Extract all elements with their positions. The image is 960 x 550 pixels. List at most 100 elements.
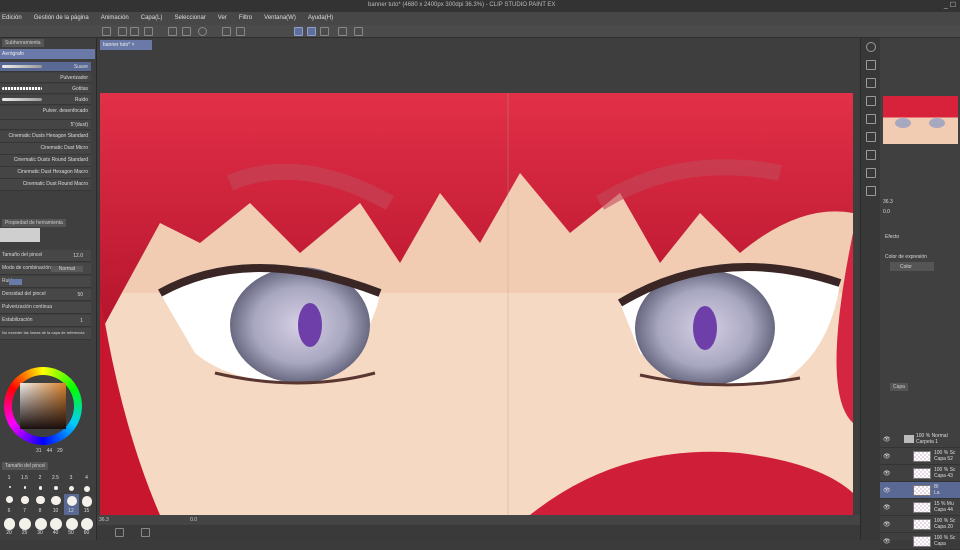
brush-size-option[interactable]: 3 — [64, 472, 79, 493]
clear-icon[interactable] — [198, 27, 207, 36]
brush-item[interactable]: 5"(dust) — [0, 120, 91, 130]
undo-icon[interactable] — [168, 27, 177, 36]
material-icon[interactable] — [866, 60, 876, 70]
brush-item[interactable]: Cinematic Dust Round Macro — [0, 179, 91, 191]
navigator-angle[interactable]: 0.0 — [883, 209, 890, 215]
eye-icon[interactable]: 👁 — [883, 521, 891, 528]
brush-size-option[interactable]: 2.5 — [49, 472, 64, 493]
material-icon[interactable] — [866, 96, 876, 106]
brush-item[interactable]: Cinematic Dusts Hexagon Standard — [0, 131, 91, 143]
layer-row[interactable]: 👁 100 % Sc Capa 20 — [880, 516, 960, 533]
window-controls[interactable]: _ ☐ — [944, 1, 956, 9]
menu-select[interactable]: Seleccionar — [172, 12, 211, 25]
eye-icon[interactable]: 👁 — [883, 436, 891, 443]
settings-icon[interactable] — [354, 27, 363, 36]
snap-ruler-icon[interactable] — [294, 27, 303, 36]
brush-size-option[interactable]: 60 — [80, 516, 95, 537]
fill-icon[interactable] — [222, 27, 231, 36]
angle-readout[interactable]: 0.0 — [190, 517, 197, 523]
menu-window[interactable]: Ventana(W) — [262, 12, 302, 25]
menu-edit[interactable]: Edición — [0, 12, 28, 25]
property-density[interactable]: Densidad del pincel 50 — [0, 289, 91, 301]
menu-animation[interactable]: Animación — [99, 12, 135, 25]
brush-item[interactable]: Gotitas — [0, 84, 91, 94]
brush-size-option[interactable]: 50 — [64, 516, 79, 537]
navigator-icon[interactable] — [866, 42, 876, 52]
material-icon[interactable] — [866, 150, 876, 160]
transform-icon[interactable] — [236, 27, 245, 36]
brush-size-option[interactable]: 2 — [33, 472, 48, 493]
navigator-zoom[interactable]: 36.3 — [883, 199, 893, 205]
folder-icon[interactable] — [866, 186, 876, 196]
clip-studio-icon[interactable] — [102, 27, 111, 36]
new-file-icon[interactable] — [118, 27, 127, 36]
brush-item[interactable]: Pulver. desenfocado — [0, 106, 91, 120]
brush-size-option[interactable]: 6 — [2, 494, 17, 515]
brush-size-option[interactable]: 1 — [2, 472, 17, 493]
brush-item[interactable]: Suave — [0, 62, 91, 72]
subtool-group[interactable]: Aerógrafo — [0, 49, 95, 59]
document-tab[interactable]: banner tuto* × — [100, 40, 152, 50]
menu-page[interactable]: Gestión de la página — [32, 12, 95, 25]
brush-item[interactable]: Cinematic Dusts Round Standard — [0, 155, 91, 167]
zoom-readout[interactable]: 36.3 — [99, 517, 109, 523]
brush-item[interactable]: Cinematic Dust Hexagon Macro — [0, 167, 91, 179]
brush-size-option[interactable]: 20 — [2, 516, 17, 537]
brush-size-option[interactable]: 1.5 — [18, 472, 33, 493]
brush-item[interactable]: Pulverizador — [0, 73, 91, 83]
eye-icon[interactable]: 👁 — [883, 470, 891, 477]
brush-size-option[interactable]: 15 — [80, 494, 95, 515]
grid-icon[interactable] — [141, 528, 150, 537]
color-square[interactable] — [20, 383, 66, 429]
material-icon[interactable] — [866, 132, 876, 142]
property-brush-size[interactable]: Tamaño del pincel 12.0 — [0, 250, 91, 262]
menu-layer[interactable]: Capa(L) — [139, 12, 169, 25]
redo-icon[interactable] — [182, 27, 191, 36]
material-icon[interactable] — [866, 168, 876, 178]
save-icon[interactable] — [144, 27, 153, 36]
page-icon[interactable] — [115, 528, 124, 537]
property-blend-mode[interactable]: Modo de combinación Normal — [0, 263, 91, 275]
property-noise[interactable]: Ruido — [0, 276, 91, 288]
layer-row[interactable]: 👁 100 % Normal Carpeta 1 — [880, 431, 960, 448]
snap-special-ruler-icon[interactable] — [307, 27, 316, 36]
brush-size-option[interactable]: 25 — [18, 516, 33, 537]
expression-color-select[interactable]: Color — [890, 262, 934, 271]
eye-icon[interactable]: 👁 — [883, 538, 891, 545]
layer-row[interactable]: 👁 Bl La — [880, 482, 960, 499]
eye-icon[interactable]: 👁 — [883, 453, 891, 460]
brush-size-option[interactable]: 30 — [33, 516, 48, 537]
layer-row[interactable]: 👁 100 % Sc Capa 43 — [880, 465, 960, 482]
property-stabilization[interactable]: Estabilización 1 — [0, 315, 91, 327]
noise-swatch[interactable] — [9, 279, 22, 285]
layer-row[interactable]: 👁 15 % Mu Capa 44 — [880, 499, 960, 516]
brush-item[interactable]: Cinematic Dust Micro — [0, 143, 91, 155]
layer-tab[interactable]: Capa — [890, 383, 908, 391]
tool-property-tab[interactable]: Propiedad de herramienta — [2, 219, 66, 227]
eye-icon[interactable]: 👁 — [883, 487, 891, 494]
material-icon[interactable] — [866, 78, 876, 88]
material-icon[interactable] — [866, 114, 876, 124]
open-icon[interactable] — [130, 27, 139, 36]
close-tab-icon[interactable]: × — [132, 42, 135, 48]
color-wheel[interactable] — [4, 367, 82, 445]
brush-size-option[interactable]: 7 — [18, 494, 33, 515]
device-icon[interactable] — [338, 27, 347, 36]
brush-size-option[interactable]: 40 — [49, 516, 64, 537]
menu-help[interactable]: Ayuda(H) — [306, 12, 339, 25]
eye-icon[interactable]: 👁 — [883, 504, 891, 511]
layer-row[interactable]: 👁 100 % Sc Capa 52 — [880, 448, 960, 465]
canvas-artwork[interactable] — [100, 93, 853, 515]
brush-item[interactable]: Ruido — [0, 95, 91, 105]
brush-size-tab[interactable]: Tamaño del pincel — [2, 462, 49, 470]
brush-size-option[interactable]: 10 — [49, 494, 64, 515]
menu-filter[interactable]: Filtro — [237, 12, 258, 25]
menu-view[interactable]: Ver — [216, 12, 233, 25]
subtool-tab[interactable]: Subherramienta — [2, 39, 44, 47]
navigator-thumbnail[interactable] — [883, 96, 958, 144]
property-reference-layer[interactable]: No exceder las líneas de la capa de refe… — [0, 328, 91, 340]
brush-size-option[interactable]: 4 — [80, 472, 95, 493]
property-continuous-spray[interactable]: Pulverización continua — [0, 302, 91, 314]
brush-size-option[interactable]: 8 — [33, 494, 48, 515]
layer-row[interactable]: 👁 100 % Sc Capa — [880, 533, 960, 550]
